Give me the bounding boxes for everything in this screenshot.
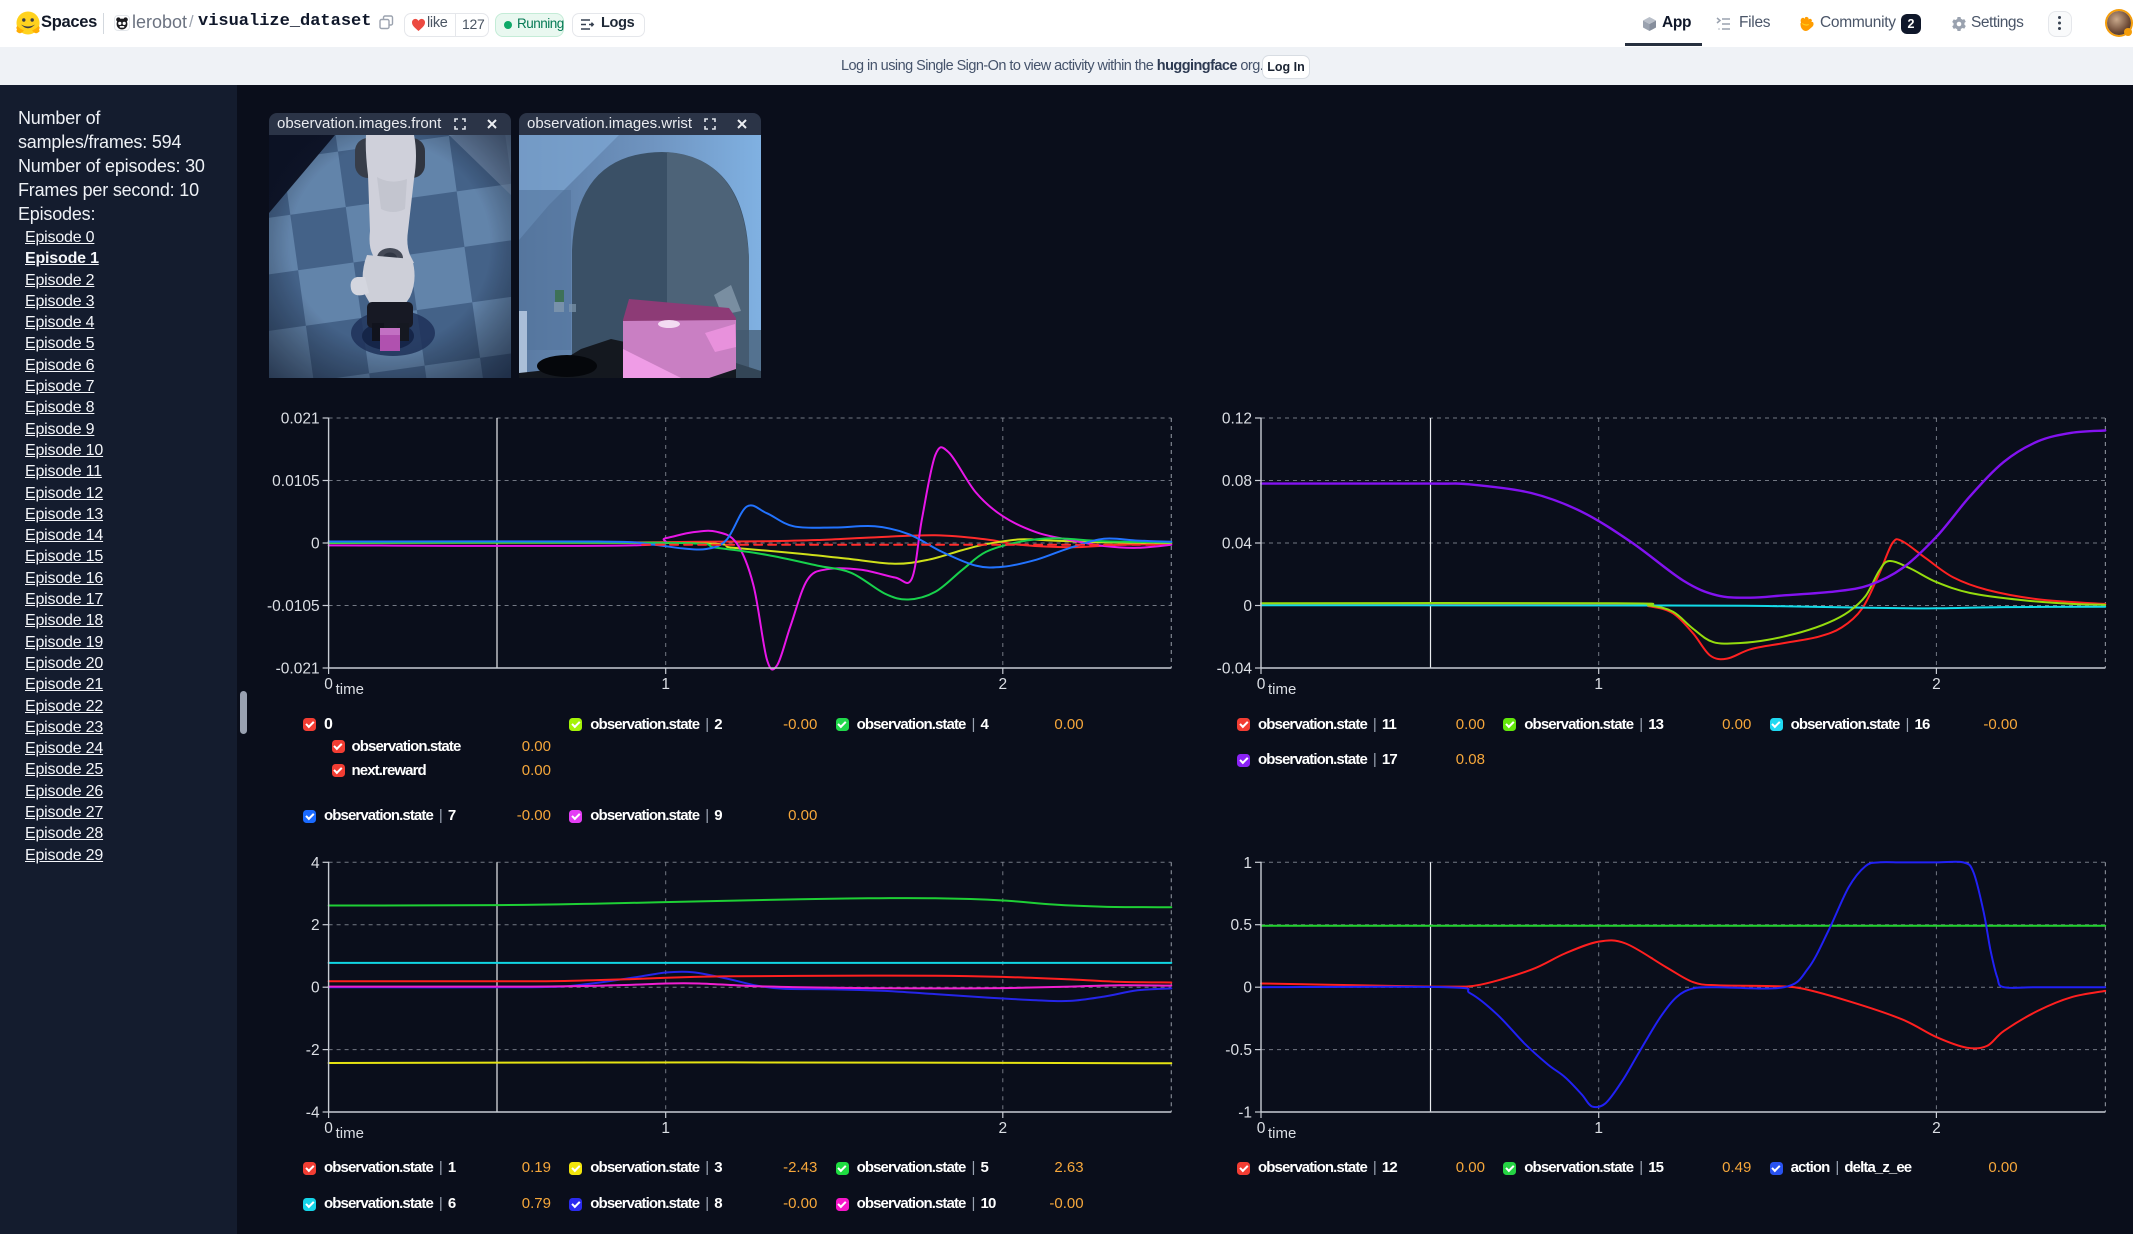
svg-text:-0.04: -0.04 xyxy=(1217,661,1253,678)
svg-text:0: 0 xyxy=(1243,598,1252,615)
svg-text:1: 1 xyxy=(1594,676,1603,693)
svg-text:time: time xyxy=(1268,1125,1296,1142)
svg-text:time: time xyxy=(336,1125,364,1142)
svg-text:-1: -1 xyxy=(1238,1105,1252,1122)
svg-text:0.0105: 0.0105 xyxy=(272,473,319,490)
svg-text:-2: -2 xyxy=(306,1042,320,1059)
svg-text:2: 2 xyxy=(1932,676,1941,693)
svg-text:0: 0 xyxy=(311,536,320,553)
svg-text:2: 2 xyxy=(311,917,320,934)
svg-text:time: time xyxy=(1268,681,1296,698)
svg-text:2: 2 xyxy=(998,1120,1007,1137)
svg-text:0: 0 xyxy=(311,980,320,997)
svg-text:-4: -4 xyxy=(306,1105,320,1122)
svg-text:1: 1 xyxy=(661,1120,670,1137)
svg-text:4: 4 xyxy=(311,855,320,872)
svg-text:0.12: 0.12 xyxy=(1222,411,1252,428)
svg-text:0.08: 0.08 xyxy=(1222,473,1252,490)
svg-text:2: 2 xyxy=(998,676,1007,693)
svg-text:1: 1 xyxy=(1594,1120,1603,1137)
svg-text:0: 0 xyxy=(324,1120,333,1137)
svg-text:0.021: 0.021 xyxy=(281,411,320,428)
svg-text:2: 2 xyxy=(1932,1120,1941,1137)
svg-text:1: 1 xyxy=(661,676,670,693)
svg-text:-0.021: -0.021 xyxy=(276,661,320,678)
svg-text:0: 0 xyxy=(324,676,333,693)
svg-text:1: 1 xyxy=(1243,855,1252,872)
svg-text:0: 0 xyxy=(1257,1120,1266,1137)
svg-text:0.04: 0.04 xyxy=(1222,536,1253,553)
svg-text:-0.5: -0.5 xyxy=(1225,1042,1252,1059)
svg-text:0: 0 xyxy=(1243,980,1252,997)
svg-text:time: time xyxy=(336,681,364,698)
svg-text:0: 0 xyxy=(1257,676,1266,693)
svg-text:-0.0105: -0.0105 xyxy=(267,598,320,615)
svg-text:0.5: 0.5 xyxy=(1230,917,1252,934)
